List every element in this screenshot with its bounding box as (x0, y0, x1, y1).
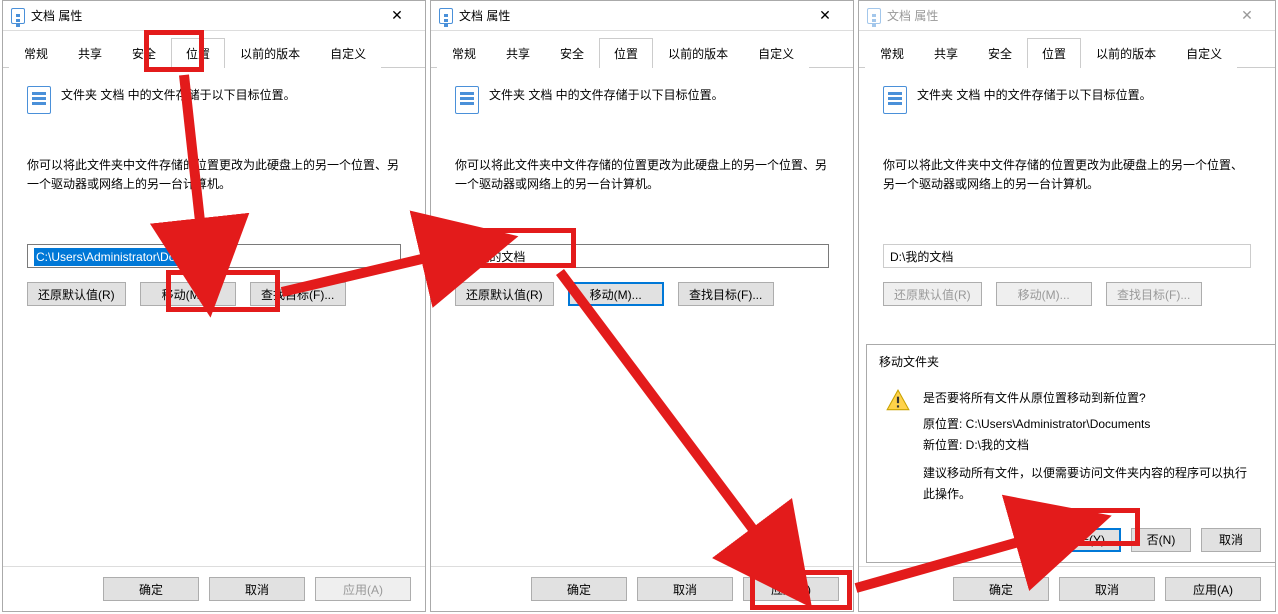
tab-share[interactable]: 共享 (919, 38, 973, 68)
dialog-title-text: 文档 属性 (459, 7, 510, 24)
titlebar: 文档 属性 ✕ (431, 1, 853, 31)
tab-custom[interactable]: 自定义 (743, 38, 809, 68)
properties-dialog-1: 文档 属性 ✕ 常规 共享 安全 位置 以前的版本 自定义 文件夹 文档 中的文… (2, 0, 426, 612)
description-2: 你可以将此文件夹中文件存储的位置更改为此硬盘上的另一个位置、另一个驱动器或网络上… (27, 156, 401, 194)
move-buttons: 是(Y) 否(N) 取消 (867, 518, 1275, 562)
yes-button[interactable]: 是(Y) (1061, 528, 1121, 552)
apply-button[interactable]: 应用(A) (743, 577, 839, 601)
titlebar: 文档 属性 ✕ (859, 1, 1275, 31)
path-input[interactable]: C:\Users\Administrator\Documents (27, 244, 401, 268)
document-icon (11, 8, 25, 24)
move-button: 移动(M)... (996, 282, 1092, 306)
path-input[interactable] (455, 244, 829, 268)
tab-custom[interactable]: 自定义 (1171, 38, 1237, 68)
tab-location[interactable]: 位置 (599, 38, 653, 68)
tab-security[interactable]: 安全 (973, 38, 1027, 68)
find-target-button[interactable]: 查找目标(F)... (678, 282, 774, 306)
ok-button[interactable]: 确定 (953, 577, 1049, 601)
path-input (883, 244, 1251, 268)
ok-button[interactable]: 确定 (103, 577, 199, 601)
document-icon (439, 8, 453, 24)
tab-previous[interactable]: 以前的版本 (1081, 38, 1171, 68)
tab-general[interactable]: 常规 (865, 38, 919, 68)
move-new: 新位置: D:\我的文档 (923, 435, 1257, 455)
find-target-button[interactable]: 查找目标(F)... (250, 282, 346, 306)
find-target-button: 查找目标(F)... (1106, 282, 1202, 306)
properties-dialog-2: 文档 属性 ✕ 常规 共享 安全 位置 以前的版本 自定义 文件夹 文档 中的文… (430, 0, 854, 612)
restore-default-button[interactable]: 还原默认值(R) (455, 282, 554, 306)
content-area: 文件夹 文档 中的文件存储于以下目标位置。 你可以将此文件夹中文件存储的位置更改… (3, 68, 425, 566)
move-folder-dialog: 移动文件夹 是否要将所有文件从原位置移动到新位置? 原位置: C:\Users\… (866, 344, 1276, 563)
close-icon[interactable]: ✕ (805, 7, 845, 24)
path-value: C:\Users\Administrator\Documents (34, 248, 223, 266)
tab-share[interactable]: 共享 (491, 38, 545, 68)
tab-custom[interactable]: 自定义 (315, 38, 381, 68)
description-1: 文件夹 文档 中的文件存储于以下目标位置。 (61, 86, 296, 105)
move-orig: 原位置: C:\Users\Administrator\Documents (923, 414, 1257, 434)
apply-button[interactable]: 应用(A) (1165, 577, 1261, 601)
dialog-title-text: 文档 属性 (887, 7, 938, 24)
tab-security[interactable]: 安全 (545, 38, 599, 68)
description-2: 你可以将此文件夹中文件存储的位置更改为此硬盘上的另一个位置、另一个驱动器或网络上… (883, 156, 1251, 194)
tab-general[interactable]: 常规 (437, 38, 491, 68)
tab-bar: 常规 共享 安全 位置 以前的版本 自定义 (431, 31, 853, 68)
tab-share[interactable]: 共享 (63, 38, 117, 68)
apply-button: 应用(A) (315, 577, 411, 601)
bottom-bar: 确定 取消 应用(A) (431, 566, 853, 611)
ok-button[interactable]: 确定 (531, 577, 627, 601)
close-icon[interactable]: ✕ (377, 7, 417, 24)
close-icon[interactable]: ✕ (1227, 7, 1267, 24)
cancel-button[interactable]: 取消 (637, 577, 733, 601)
no-button[interactable]: 否(N) (1131, 528, 1191, 552)
description-1: 文件夹 文档 中的文件存储于以下目标位置。 (489, 86, 724, 105)
move-button[interactable]: 移动(M)... (568, 282, 664, 306)
bottom-bar: 确定 取消 应用(A) (3, 566, 425, 611)
tab-previous[interactable]: 以前的版本 (225, 38, 315, 68)
warning-icon (885, 388, 911, 414)
cancel-button[interactable]: 取消 (1059, 577, 1155, 601)
tab-location[interactable]: 位置 (171, 38, 225, 68)
document-icon (867, 8, 881, 24)
dialog-title: 文档 属性 (867, 7, 938, 24)
document-icon (455, 86, 479, 114)
tab-previous[interactable]: 以前的版本 (653, 38, 743, 68)
titlebar: 文档 属性 ✕ (3, 1, 425, 31)
dialog-title: 文档 属性 (11, 7, 82, 24)
tab-location[interactable]: 位置 (1027, 38, 1081, 68)
move-advice: 建议移动所有文件，以便需要访问文件夹内容的程序可以执行此操作。 (923, 463, 1257, 504)
move-dialog-title: 移动文件夹 (867, 345, 1275, 378)
move-cancel-button[interactable]: 取消 (1201, 528, 1261, 552)
content-area: 文件夹 文档 中的文件存储于以下目标位置。 你可以将此文件夹中文件存储的位置更改… (431, 68, 853, 566)
tab-general[interactable]: 常规 (9, 38, 63, 68)
dialog-title: 文档 属性 (439, 7, 510, 24)
description-2: 你可以将此文件夹中文件存储的位置更改为此硬盘上的另一个位置、另一个驱动器或网络上… (455, 156, 829, 194)
bottom-bar: 确定 取消 应用(A) (859, 566, 1275, 611)
move-dialog-body: 是否要将所有文件从原位置移动到新位置? 原位置: C:\Users\Admini… (923, 388, 1257, 504)
move-button[interactable]: 移动(M)... (140, 282, 236, 306)
tab-security[interactable]: 安全 (117, 38, 171, 68)
tab-bar: 常规 共享 安全 位置 以前的版本 自定义 (859, 31, 1275, 68)
cancel-button[interactable]: 取消 (209, 577, 305, 601)
restore-default-button: 还原默认值(R) (883, 282, 982, 306)
dialog-title-text: 文档 属性 (31, 7, 82, 24)
description-1: 文件夹 文档 中的文件存储于以下目标位置。 (917, 86, 1152, 105)
document-icon (883, 86, 907, 114)
restore-default-button[interactable]: 还原默认值(R) (27, 282, 126, 306)
document-icon (27, 86, 51, 114)
move-question: 是否要将所有文件从原位置移动到新位置? (923, 388, 1257, 408)
tab-bar: 常规 共享 安全 位置 以前的版本 自定义 (3, 31, 425, 68)
